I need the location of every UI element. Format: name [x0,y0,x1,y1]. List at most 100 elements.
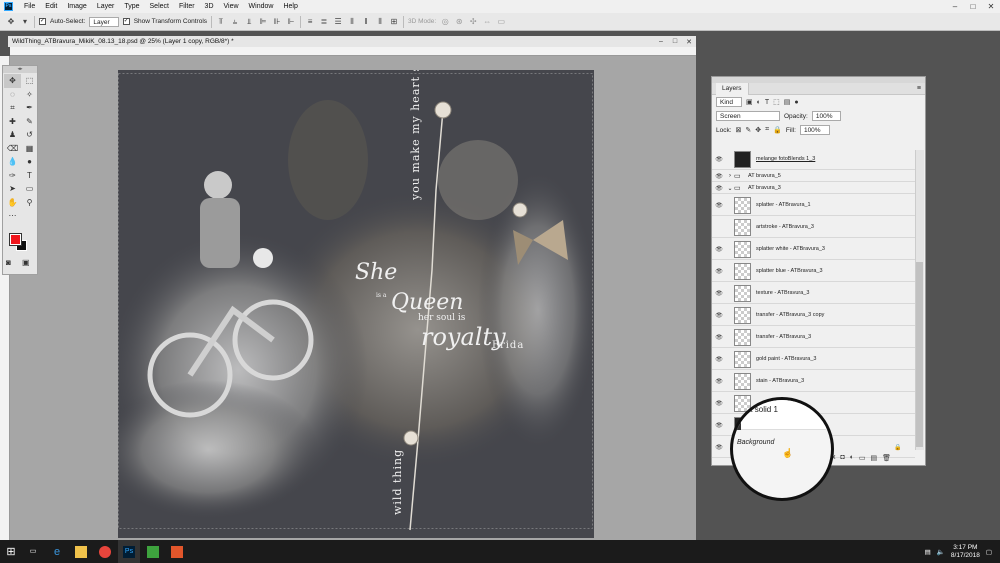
filter-pixel-icon[interactable]: ▣ [746,98,753,106]
close-button[interactable]: ✕ [982,2,1000,11]
visibility-eye-icon[interactable]: 👁 [712,185,726,192]
layer-row[interactable]: 👁 gold paint - ATBravura_3 [712,349,915,370]
menu-file[interactable]: File [19,3,40,10]
menu-select[interactable]: Select [145,3,174,10]
app-icon[interactable] [166,540,188,563]
camtasia-icon[interactable] [142,540,164,563]
align-right-icon[interactable]: ⊩ [286,17,296,27]
document-tab[interactable]: WildThing_ATBravura_MikiK_08.13_18.psd @… [8,36,696,47]
menu-window[interactable]: Window [244,3,279,10]
distribute-left-icon[interactable]: ⦀ [347,17,357,27]
visibility-eye-icon[interactable]: 👁 [712,246,726,253]
menu-edit[interactable]: Edit [40,3,62,10]
opacity-input[interactable]: 100% [811,111,842,121]
quick-mask-icon[interactable]: ◙ [6,258,11,267]
adjustment-layer-icon[interactable]: ◐ [850,454,854,462]
pen-tool-icon[interactable]: ✑ [4,169,21,183]
hand-tool-icon[interactable]: ✋ [4,196,21,210]
visibility-eye-icon[interactable]: 👁 [712,356,726,363]
3d-rotate-icon[interactable]: ◎ [440,17,450,27]
align-left-icon[interactable]: ⊫ [258,17,268,27]
layer-row[interactable]: 👁 stain - ATBravura_3 [712,371,915,392]
clone-stamp-tool-icon[interactable]: ♟ [4,128,21,142]
foreground-color-swatch[interactable] [9,233,22,246]
doc-close-button[interactable]: ✕ [682,38,696,46]
lock-transparency-icon[interactable]: ⊠ [736,126,742,134]
3d-roll-icon[interactable]: ⊛ [454,17,464,27]
menu-3d[interactable]: 3D [200,3,219,10]
distribute-hcenter-icon[interactable]: ‖ [361,17,371,27]
history-brush-tool-icon[interactable]: ↺ [21,128,38,142]
move-tool-icon[interactable]: ✥ [6,17,16,27]
type-tool-icon[interactable]: T [21,169,38,183]
menu-image[interactable]: Image [62,3,91,10]
doc-minimize-button[interactable]: – [654,38,668,46]
task-view-icon[interactable]: ▭ [22,540,44,563]
3d-scale-icon[interactable]: ▭ [496,17,506,27]
show-transform-checkbox[interactable]: ✓ [122,18,130,25]
filter-smart-object-icon[interactable]: ▤ [784,98,791,106]
fill-input[interactable]: 100% [799,125,830,135]
network-icon[interactable]: ▤ [925,548,931,556]
lock-position-icon[interactable]: ✥ [755,126,761,134]
dodge-tool-icon[interactable]: ● [21,155,38,169]
edge-browser-icon[interactable]: e [46,540,68,563]
maximize-button[interactable]: □ [964,2,982,11]
shape-tool-icon[interactable]: ▭ [21,182,38,196]
lock-artboard-icon[interactable]: ⌗ [765,126,769,134]
layer-row[interactable]: 👁 splatter blue - ATBravura_3 [712,261,915,282]
layer-group-row[interactable]: 👁 › ▭ AT bravura_5 [712,171,915,182]
auto-align-icon[interactable]: ⊞ [389,17,399,27]
menu-type[interactable]: Type [119,3,144,10]
path-selection-tool-icon[interactable]: ➤ [4,182,21,196]
align-hcenter-icon[interactable]: ⊪ [272,17,282,27]
layer-row[interactable]: 👁 melange fotoBlends 1_3 [712,149,915,170]
chrome-icon[interactable] [94,540,116,563]
visibility-eye-icon[interactable]: 👁 [712,268,726,275]
artwork-canvas[interactable]: you make my heart sing She is a Queen he… [118,70,594,538]
chevron-down-icon[interactable]: ⌄ [726,185,734,192]
visibility-eye-icon[interactable]: 👁 [712,173,726,180]
horizontal-ruler[interactable] [10,47,696,56]
zoom-tool-icon[interactable]: ⚲ [21,196,38,210]
3d-drag-icon[interactable]: ✣ [468,17,478,27]
new-layer-icon[interactable]: ▤ [871,454,878,462]
blur-tool-icon[interactable]: 💧 [4,155,21,169]
filter-toggle-icon[interactable]: ● [794,99,798,106]
layer-row[interactable]: 👁 splatter - ATBravura_1 [712,195,915,216]
layer-row[interactable]: artstroke - ATBravura_3 [712,217,915,238]
visibility-eye-icon[interactable]: 👁 [712,334,726,341]
windows-start-icon[interactable]: ⊞ [0,545,22,558]
notifications-icon[interactable]: ▢ [986,548,992,556]
eyedropper-tool-icon[interactable]: ✒ [21,101,38,115]
volume-icon[interactable]: 🔈 [937,548,945,556]
lock-all-icon[interactable]: 🔒 [773,126,782,134]
crop-tool-icon[interactable]: ⌗ [4,101,21,115]
brush-tool-icon[interactable]: ✎ [21,115,38,129]
distribute-vcenter-icon[interactable]: ≣ [319,17,329,27]
auto-select-checkbox[interactable]: ✓ [39,18,46,25]
lasso-tool-icon[interactable]: ◌ [4,88,21,102]
chevron-down-icon[interactable]: ▾ [20,17,30,27]
align-vcenter-icon[interactable]: ⫨ [230,17,240,27]
more-tools-icon[interactable]: ⋯ [4,209,21,223]
layer-row[interactable]: 👁 texture - ATBravura_3 [712,283,915,304]
tools-panel-grip[interactable]: ◂▸ [3,66,37,73]
filter-type-icon[interactable]: T [765,99,769,106]
filter-shape-icon[interactable]: ⬚ [773,98,780,106]
blend-mode-dropdown[interactable]: Screen [716,111,780,121]
layer-row[interactable]: 👁 splatter white - ATBravura_3 [712,239,915,260]
menu-layer[interactable]: Layer [92,3,120,10]
menu-help[interactable]: Help [278,3,302,10]
distribute-top-icon[interactable]: ≡ [305,17,315,27]
clock[interactable]: 3:17 PM 8/17/2018 [951,544,980,560]
screen-mode-icon[interactable]: ▣ [22,258,30,267]
visibility-eye-icon[interactable]: 👁 [712,156,726,163]
visibility-eye-icon[interactable]: 👁 [712,444,726,451]
menu-view[interactable]: View [219,3,244,10]
3d-slide-icon[interactable]: ⇔ [482,17,492,27]
new-group-icon[interactable]: ▭ [859,454,866,462]
healing-brush-tool-icon[interactable]: ✚ [4,115,21,129]
marquee-tool-icon[interactable]: ⬚ [21,74,38,88]
eraser-tool-icon[interactable]: ⌫ [4,142,21,156]
